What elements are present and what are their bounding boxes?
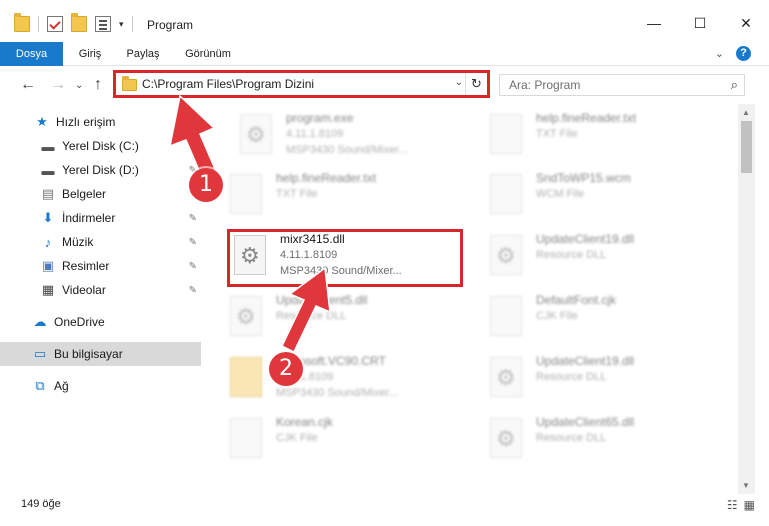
arrow-2 <box>281 266 331 354</box>
annotation-badge-1: 1 <box>189 168 223 202</box>
annotation-badge-2: 2 <box>269 352 303 386</box>
annotation-arrows <box>168 94 331 354</box>
